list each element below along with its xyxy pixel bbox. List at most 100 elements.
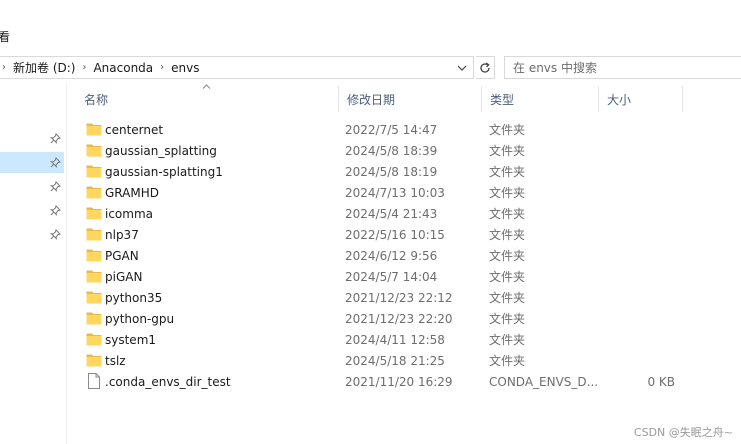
file-size — [596, 350, 675, 371]
folder-icon — [86, 312, 102, 325]
file-row[interactable]: icomma 2024/5/4 21:43 文件夹 — [76, 203, 686, 224]
file-name: icomma — [105, 206, 154, 221]
file-type: 文件夹 — [489, 228, 526, 242]
file-size — [596, 224, 675, 245]
column-header-type[interactable]: 类型 — [482, 86, 599, 112]
chevron-down-icon[interactable] — [455, 60, 469, 76]
file-name: PGAN — [105, 248, 139, 263]
file-type: 文件夹 — [489, 123, 526, 137]
pin-icon[interactable] — [48, 155, 62, 169]
file-size — [596, 203, 675, 224]
file-name: tslz — [105, 353, 126, 368]
file-type: 文件夹 — [489, 291, 526, 305]
folder-icon — [86, 291, 102, 304]
file-size — [596, 140, 675, 161]
file-icon — [88, 373, 100, 389]
file-row[interactable]: python-gpu 2021/12/23 22:20 文件夹 — [76, 308, 686, 329]
breadcrumb-envs[interactable]: envs — [167, 61, 203, 75]
folder-icon — [86, 123, 102, 136]
file-name: python35 — [105, 290, 163, 305]
file-row[interactable]: piGAN 2024/5/7 14:04 文件夹 — [76, 266, 686, 287]
file-date: 2021/11/20 16:29 — [345, 374, 453, 389]
folder-icon — [86, 249, 102, 262]
file-name: centernet — [105, 122, 164, 137]
file-size — [596, 161, 675, 182]
ribbon-tab-view[interactable]: 看 — [0, 28, 10, 45]
file-size: 0 KB — [647, 374, 675, 389]
file-type: 文件夹 — [489, 165, 526, 179]
file-size — [596, 182, 675, 203]
refresh-button[interactable] — [476, 56, 495, 79]
file-name: system1 — [105, 332, 157, 347]
pane-divider[interactable] — [66, 84, 67, 444]
file-row[interactable]: PGAN 2024/6/12 9:56 文件夹 — [76, 245, 686, 266]
file-type: 文件夹 — [489, 207, 526, 221]
chevron-right-icon[interactable]: › — [79, 62, 89, 73]
file-type: 文件夹 — [489, 186, 526, 200]
file-type: CONDA_ENVS_D... — [489, 374, 599, 389]
folder-icon — [86, 270, 102, 283]
breadcrumb-anaconda[interactable]: Anaconda — [89, 61, 157, 75]
file-name: GRAMHD — [105, 185, 159, 200]
column-header-name[interactable]: 名称 — [76, 86, 339, 112]
file-type: 文件夹 — [489, 144, 526, 158]
file-date: 2024/5/8 18:39 — [345, 143, 438, 158]
folder-icon — [86, 333, 102, 346]
folder-icon — [86, 207, 102, 220]
file-name: python-gpu — [105, 311, 175, 326]
file-row[interactable]: GRAMHD 2024/7/13 10:03 文件夹 — [76, 182, 686, 203]
file-date: 2024/5/8 18:19 — [345, 164, 438, 179]
file-size — [596, 245, 675, 266]
pin-icon[interactable] — [48, 227, 62, 241]
breadcrumb-drive[interactable]: 新加卷 (D:) — [9, 59, 79, 76]
watermark: CSDN @失眠之舟~ — [633, 426, 733, 439]
column-header-size[interactable]: 大小 — [599, 86, 683, 112]
file-name: gaussian-splatting1 — [105, 164, 223, 179]
file-row[interactable]: system1 2024/4/11 12:58 文件夹 — [76, 329, 686, 350]
file-name: gaussian_splatting — [105, 143, 217, 158]
chevron-right-icon[interactable]: › — [157, 62, 167, 73]
chevron-right-icon[interactable]: › — [0, 62, 9, 73]
file-row[interactable]: python35 2021/12/23 22:12 文件夹 — [76, 287, 686, 308]
file-size — [596, 119, 675, 140]
folder-icon — [86, 144, 102, 157]
address-bar[interactable]: › 新加卷 (D:) › Anaconda › envs — [0, 56, 474, 79]
file-date: 2024/4/11 12:58 — [345, 332, 445, 347]
file-type: 文件夹 — [489, 270, 526, 284]
pin-icon[interactable] — [48, 203, 62, 217]
file-name: piGAN — [105, 269, 143, 284]
file-list: centernet 2022/7/5 14:47 文件夹 gaussian_splat… — [76, 119, 686, 392]
file-date: 2024/5/4 21:43 — [345, 206, 438, 221]
column-header-date[interactable]: 修改日期 — [339, 86, 482, 112]
file-row[interactable]: centernet 2022/7/5 14:47 文件夹 — [76, 119, 686, 140]
file-row[interactable]: gaussian_splatting 2024/5/8 18:39 文件夹 — [76, 140, 686, 161]
file-name: nlp37 — [105, 227, 139, 242]
refresh-icon — [480, 61, 490, 73]
file-date: 2021/12/23 22:12 — [345, 290, 453, 305]
file-row[interactable]: tslz 2024/5/18 21:25 文件夹 — [76, 350, 686, 371]
file-row[interactable]: .conda_envs_dir_test 2021/11/20 16:29 COND… — [76, 371, 686, 392]
folder-icon — [86, 354, 102, 367]
pin-icon[interactable] — [48, 179, 62, 193]
file-row[interactable]: gaussian-splatting1 2024/5/8 18:19 文件夹 — [76, 161, 686, 182]
folder-icon — [86, 165, 102, 178]
search-input[interactable] — [505, 57, 741, 78]
file-date: 2024/5/18 21:25 — [345, 353, 445, 368]
file-date: 2024/5/7 14:04 — [345, 269, 438, 284]
file-size — [596, 308, 675, 329]
file-type: 文件夹 — [489, 333, 526, 347]
file-type: 文件夹 — [489, 354, 526, 368]
file-date: 2022/5/16 10:15 — [345, 227, 445, 242]
file-date: 2024/7/13 10:03 — [345, 185, 445, 200]
file-size — [596, 266, 675, 287]
column-header: 名称 修改日期 类型 大小 — [76, 84, 686, 112]
folder-icon — [86, 186, 102, 199]
file-date: 2024/6/12 9:56 — [345, 248, 438, 263]
file-date: 2021/12/23 22:20 — [345, 311, 453, 326]
file-date: 2022/7/5 14:47 — [345, 122, 438, 137]
file-size — [596, 329, 675, 350]
file-row[interactable]: nlp37 2022/5/16 10:15 文件夹 — [76, 224, 686, 245]
pin-icon[interactable] — [48, 131, 62, 145]
file-type: 文件夹 — [489, 249, 526, 263]
search-box[interactable] — [504, 56, 741, 79]
